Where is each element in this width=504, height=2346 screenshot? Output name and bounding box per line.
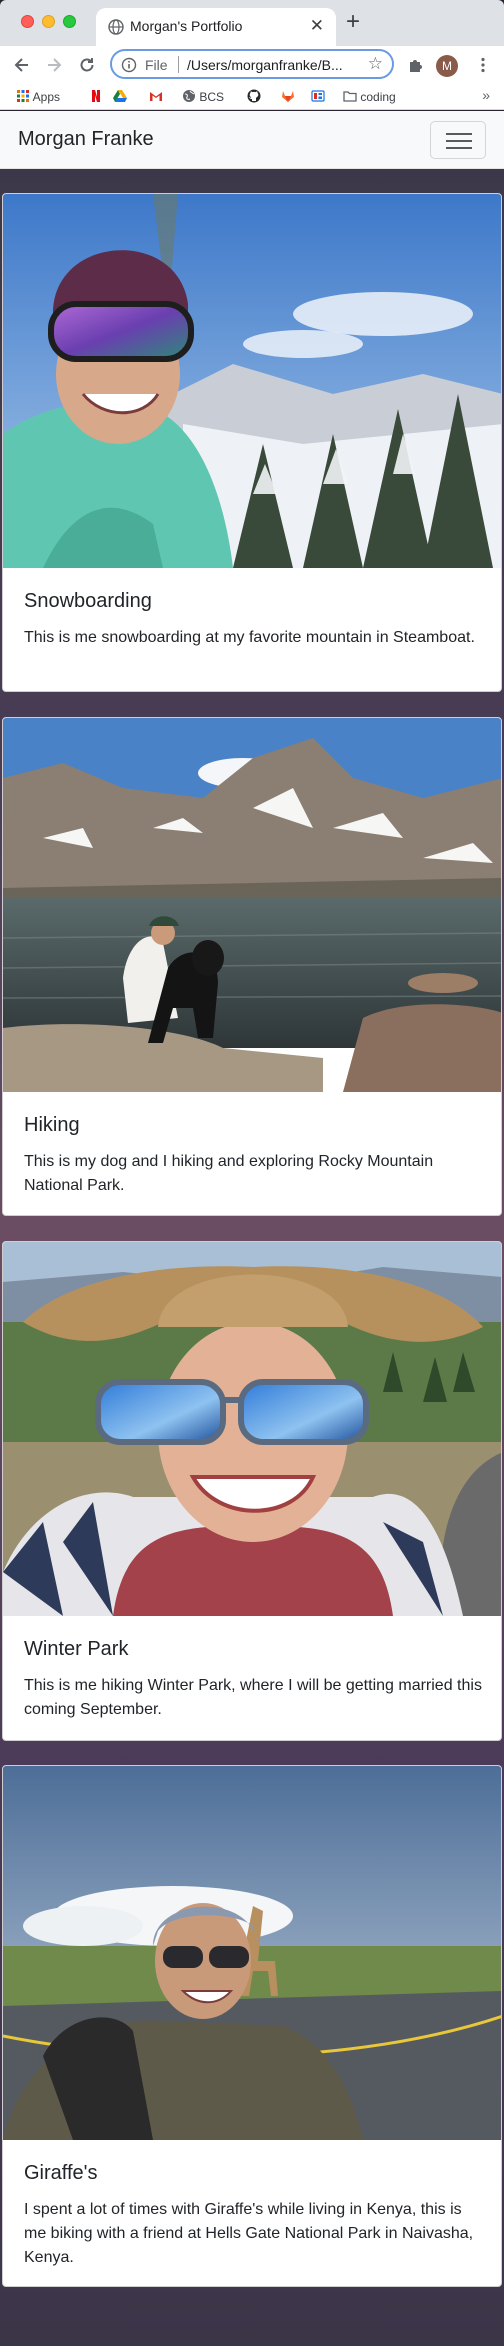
folder-icon <box>343 91 357 102</box>
address-scheme-label: File <box>145 57 168 73</box>
portfolio-card: Winter Park This is me hiking Winter Par… <box>2 1241 502 1741</box>
bookmark-label: coding <box>360 90 396 104</box>
card-image-giraffes <box>3 1766 501 2140</box>
card-text: This is me hiking Winter Park, where I w… <box>24 1677 482 1718</box>
window-zoom-button[interactable] <box>63 15 76 28</box>
bookmark-drive[interactable] <box>113 89 127 105</box>
bookmark-app[interactable] <box>311 89 325 105</box>
close-tab-icon[interactable]: ✕ <box>310 16 324 36</box>
info-icon[interactable] <box>121 57 137 73</box>
bookmark-apps[interactable]: Apps <box>16 89 60 105</box>
portfolio-card: Hiking This is my dog and I hiking and e… <box>2 717 502 1216</box>
reload-icon[interactable] <box>77 55 97 75</box>
card-image-snowboarding <box>3 194 501 568</box>
card-title: Winter Park <box>24 1638 129 1660</box>
bookmark-gmail[interactable] <box>149 89 163 105</box>
back-arrow-icon[interactable] <box>12 55 32 75</box>
card-title: Giraffe's <box>24 2162 98 2184</box>
navbar-brand[interactable]: Morgan Franke <box>18 128 154 151</box>
profile-avatar[interactable]: M <box>436 55 458 77</box>
address-url[interactable]: /Users/morganfranke/B... <box>187 57 355 73</box>
bookmark-app-icon <box>311 90 325 102</box>
bookmark-label: BCS <box>199 90 225 104</box>
site-navbar: Morgan Franke <box>0 111 504 169</box>
bookmarks-overflow-button[interactable]: » <box>482 87 490 103</box>
card-text: This is my dog and I hiking and explorin… <box>24 1153 434 1194</box>
globe-icon <box>183 90 195 102</box>
gmail-icon <box>150 92 162 101</box>
extensions-puzzle-icon[interactable] <box>407 56 425 74</box>
card-title: Snowboarding <box>24 590 152 612</box>
forward-arrow-icon[interactable] <box>44 55 64 75</box>
gitlab-icon <box>282 91 294 102</box>
card-image-hiking <box>3 718 501 1092</box>
bookmark-star-icon[interactable]: ☆ <box>368 54 383 74</box>
new-tab-button[interactable]: + <box>346 10 360 34</box>
card-title: Hiking <box>24 1114 80 1136</box>
bookmark-label: Apps <box>32 90 61 104</box>
browser-toolbar: File /Users/morganfranke/B... ☆ M <box>0 46 504 84</box>
tab-title: Morgan's Portfolio <box>130 18 243 34</box>
bookmark-netflix[interactable] <box>89 89 103 105</box>
more-menu-icon[interactable] <box>474 56 492 74</box>
card-text: I spent a lot of times with Giraffe's wh… <box>24 2201 474 2266</box>
card-text: This is me snowboarding at my favorite m… <box>24 629 475 646</box>
card-image-winter-park <box>3 1242 501 1616</box>
window-minimize-button[interactable] <box>42 15 55 28</box>
apps-grid-icon <box>17 90 29 102</box>
address-separator <box>178 56 179 73</box>
browser-tab-active[interactable]: Morgan's Portfolio ✕ <box>96 8 336 46</box>
google-drive-icon <box>113 90 127 102</box>
hamburger-icon-bar <box>446 133 472 135</box>
bookmark-gitlab[interactable] <box>281 89 295 105</box>
page-viewport: Morgan Franke Snowboarding This is me sn… <box>0 111 504 2346</box>
browser-tab-bar: Morgan's Portfolio ✕ + <box>0 0 504 46</box>
bookmark-bcs[interactable]: BCS <box>182 89 224 105</box>
bookmark-github[interactable] <box>247 89 261 105</box>
address-bar[interactable]: File /Users/morganfranke/B... ☆ <box>110 49 394 79</box>
netflix-icon <box>92 90 100 102</box>
window-close-button[interactable] <box>21 15 34 28</box>
portfolio-card: Snowboarding This is me snowboarding at … <box>2 193 502 692</box>
hamburger-icon-bar <box>446 140 472 142</box>
globe-icon <box>108 19 124 35</box>
bookmark-folder-coding[interactable]: coding <box>343 89 396 105</box>
navbar-toggler-button[interactable] <box>430 121 486 159</box>
github-icon <box>247 89 261 103</box>
bookmarks-bar: Apps BCS coding » <box>0 84 504 110</box>
portfolio-card: Giraffe's I spent a lot of times with Gi… <box>2 1765 502 2287</box>
hamburger-icon-bar <box>446 147 472 149</box>
